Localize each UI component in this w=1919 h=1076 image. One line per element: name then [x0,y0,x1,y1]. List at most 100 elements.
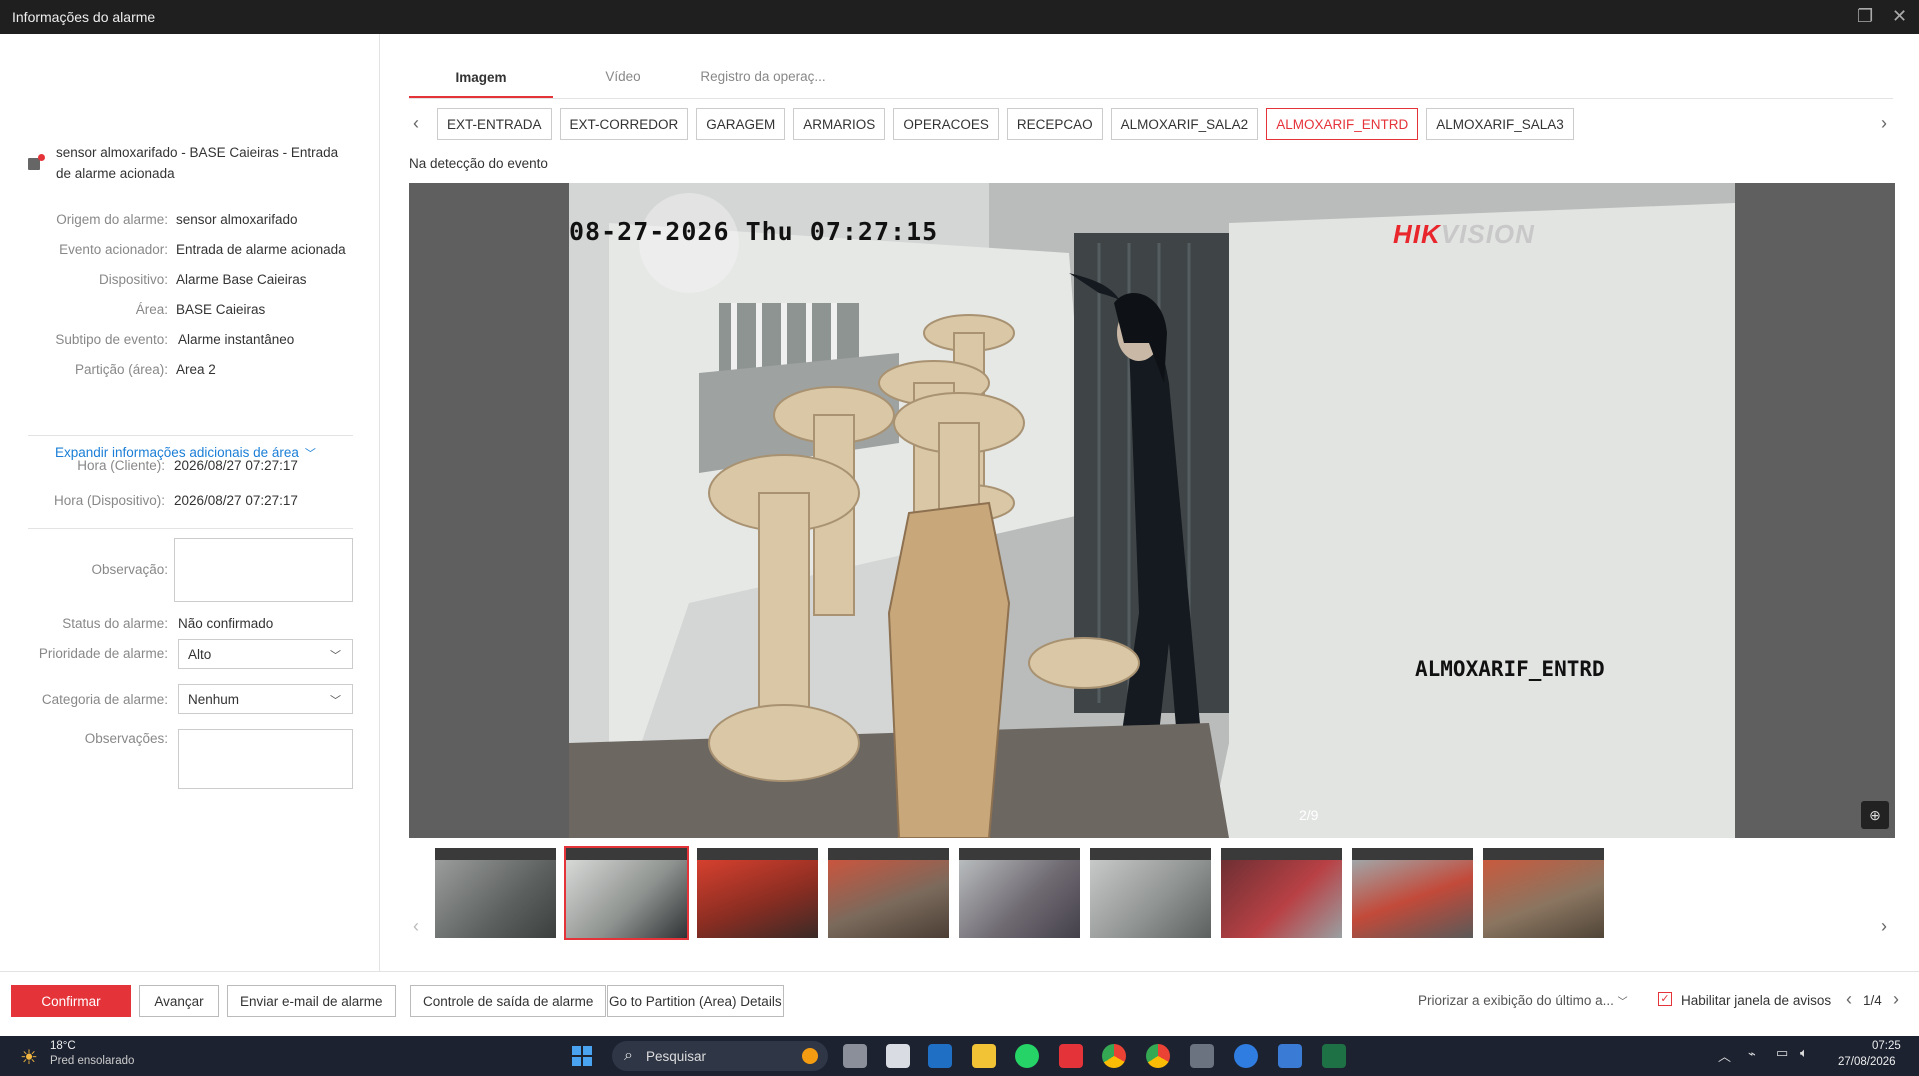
thumbnail[interactable] [695,846,820,940]
thumbnail[interactable] [1088,846,1213,940]
thumbnail[interactable] [564,846,689,940]
camera-tab[interactable]: ALMOXARIF_ENTRD [1266,108,1419,140]
tab-video[interactable]: Vídeo [551,69,695,84]
camera-prev-icon[interactable]: ‹ [413,113,419,134]
chevron-down-icon: ﹀ [330,695,341,707]
thumbnail-next-icon[interactable]: › [1881,916,1887,937]
snipping-tool-icon[interactable] [886,1044,910,1068]
divider [28,528,353,529]
hikcentral-icon[interactable] [1059,1044,1083,1068]
enable-popup-checkbox[interactable]: ✓ [1658,992,1672,1006]
observacao-textarea[interactable] [174,538,353,602]
chrome-profile-icon[interactable] [1146,1044,1170,1068]
alarm-device-icon [28,154,45,170]
thumbnail-prev-icon[interactable]: ‹ [413,916,419,937]
camera-tab[interactable]: RECEPCAO [1006,108,1103,140]
chevron-down-icon: ﹀ [330,650,341,662]
camera-next-icon[interactable]: › [1881,113,1887,134]
snapshot-scene [569,183,1735,838]
camera-tab[interactable]: OPERACOES [893,108,999,140]
excel-icon[interactable] [1322,1044,1346,1068]
category-label: Categoria de alarme: [41,692,168,707]
camera-tab[interactable]: ALMOXARIF_SALA3 [1426,108,1574,140]
windows-start-icon[interactable] [572,1046,592,1066]
partition-details-button[interactable]: Go to Partition (Area) Details [607,985,784,1017]
alarm-output-button[interactable]: Controle de saída de alarme [410,985,607,1017]
tray-display-icon[interactable]: ▭ [1776,1045,1788,1061]
thumbnail[interactable] [1481,846,1606,940]
taskbar-search[interactable]: ⌕ Pesquisar [612,1041,828,1071]
tray-network-icon[interactable]: ⌁ [1748,1046,1756,1062]
outlook-icon[interactable] [928,1044,952,1068]
camera-tab[interactable]: GARAGEM [696,108,786,140]
detection-label: Na detecção do evento [409,156,548,171]
tab-imagem[interactable]: Imagem [409,70,553,85]
os-taskbar: ☀ 18°C Pred ensolarado ⌕ Pesquisar ︿ ⌁ ▭… [0,1036,1919,1076]
thumbnail-strip [433,846,1606,940]
info-label: Partição (área): [74,362,168,377]
info-label: Evento acionador: [59,242,168,257]
restore-icon[interactable]: ❐ [1857,6,1873,27]
tray-chevron-up-icon[interactable]: ︿ [1718,1046,1731,1065]
clock-date[interactable]: 27/08/2026 [1838,1056,1896,1068]
clock-time[interactable]: 07:25 [1872,1040,1901,1052]
camera-snapshot: 08-27-2026 Thu 07:27:15 HIKVISION ALMOXA… [569,183,1735,838]
thumbnail[interactable] [826,846,951,940]
alarm-media-panel: Imagem Vídeo Registro da operaç... ‹ EXT… [381,34,1919,971]
info-label: Dispositivo: [98,272,168,287]
thumbnail[interactable] [957,846,1082,940]
window-title: Informações do alarme [12,9,156,25]
info-value: BASE Caieiras [176,302,266,317]
info-label: Origem do alarme: [56,212,168,227]
osd-timestamp: 08-27-2026 Thu 07:27:15 [569,217,939,246]
close-icon[interactable]: ✕ [1892,6,1907,27]
camera-tab[interactable]: EXT-ENTRADA [437,108,552,140]
osd-camera-name: ALMOXARIF_ENTRD [1415,657,1605,681]
confirm-button[interactable]: Confirmar [11,985,131,1017]
camera-tab[interactable]: ARMARIOS [793,108,886,140]
prioritize-dropdown[interactable]: Priorizar a exibição do último a... ﹀ [1418,993,1628,1008]
image-viewer[interactable]: 08-27-2026 Thu 07:27:15 HIKVISION ALMOXA… [409,183,1895,838]
observacoes-textarea[interactable] [178,729,353,789]
info-label: Subtipo de evento: [55,332,168,347]
tab-divider [409,98,1893,99]
camera-tab[interactable]: EXT-CORREDOR [559,108,689,140]
whatsapp-icon[interactable] [1015,1044,1039,1068]
notepad-icon[interactable] [1278,1044,1302,1068]
search-icon: ⌕ [624,1047,633,1064]
chevron-down-icon: ﹀ [1617,997,1628,1008]
enable-popup-label: Habilitar janela de avisos [1681,993,1832,1008]
weather-icon[interactable]: ☀ [20,1045,38,1070]
calculator-icon[interactable] [1190,1044,1214,1068]
task-view-icon[interactable] [843,1044,867,1068]
next-button[interactable]: Avançar [139,985,219,1017]
camera-tab-list: EXT-ENTRADA EXT-CORREDOR GARAGEM ARMARIO… [437,108,1877,140]
page-next-icon[interactable]: › [1893,989,1899,1010]
prioritize-label: Priorizar a exibição do último a... [1418,993,1614,1008]
tray-volume-icon[interactable]: 🔈︎ [1800,1045,1808,1061]
status-label: Status do alarme: [62,616,168,631]
chrome-icon[interactable] [1102,1044,1126,1068]
page-prev-icon[interactable]: ‹ [1846,989,1852,1010]
tab-registro[interactable]: Registro da operaç... [691,69,835,84]
observacao-label: Observação: [91,562,168,577]
window-titlebar: Informações do alarme ❐ ✕ [0,0,1919,34]
category-select[interactable]: Nenhum ﹀ [178,684,353,714]
info-value: Area 2 [176,362,216,377]
alarm-source-text: sensor almoxarifado - BASE Caieiras - En… [56,145,339,181]
page-indicator: 1/4 [1863,993,1882,1008]
app-store-icon[interactable] [1234,1044,1258,1068]
time-value: 2026/08/27 07:27:17 [174,458,298,473]
file-explorer-icon[interactable] [972,1044,996,1068]
zoom-icon[interactable]: ⊕ [1861,801,1889,829]
search-highlight-icon [802,1048,818,1064]
thumbnail[interactable] [433,846,558,940]
brand-hik: HIK [1393,219,1441,249]
observacoes-label: Observações: [84,731,168,746]
category-selected: Nenhum [188,692,240,707]
camera-tab[interactable]: ALMOXARIF_SALA2 [1110,108,1259,140]
thumbnail[interactable] [1219,846,1344,940]
send-email-button[interactable]: Enviar e-mail de alarme [227,985,396,1017]
priority-select[interactable]: Alto ﹀ [178,639,353,669]
thumbnail[interactable] [1350,846,1475,940]
